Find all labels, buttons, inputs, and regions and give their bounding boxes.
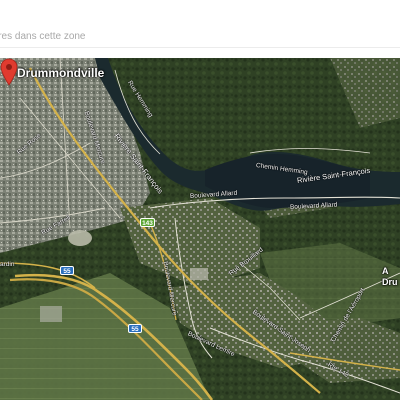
autoroute-55-shield-west: 55 [60,266,74,275]
quarry-patch [68,230,92,246]
header-divider [0,47,400,48]
industrial-patch [40,306,62,322]
industrial-patch [190,268,208,280]
road-label-jardin: ardin [0,261,15,268]
location-pin-icon[interactable] [0,58,18,86]
city-label-edge: A Dru [382,266,398,287]
autoroute-55-shield-south: 55 [128,324,142,333]
map-imagery [0,58,400,400]
satellite-map[interactable]: Drummondville A Dru Rivière Saint-Franço… [0,58,400,400]
search-header: ires dans cette zone [0,0,400,58]
route-143-shield: 143 [140,218,155,227]
search-this-area-button[interactable]: ires dans cette zone [0,31,86,42]
city-label-drummondville: Drummondville [17,66,105,80]
